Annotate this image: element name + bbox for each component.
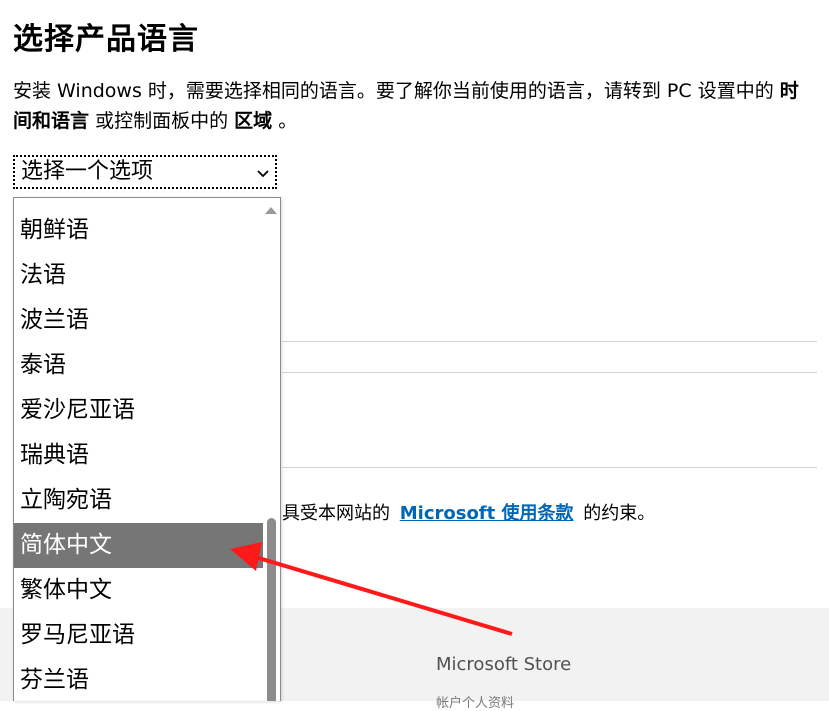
divider <box>282 467 817 468</box>
language-option[interactable]: 朝鲜语 <box>14 208 263 253</box>
footer-link[interactable]: 帐户个人资料 <box>436 692 514 711</box>
language-option[interactable]: 法语 <box>14 253 263 298</box>
terms-suffix: 的约束。 <box>583 503 656 524</box>
instructions-part-2: 或控制面板中的 <box>95 110 229 132</box>
scrollbar-thumb[interactable] <box>267 518 276 701</box>
divider <box>282 341 817 342</box>
language-option[interactable]: 爱沙尼亚语 <box>14 388 263 433</box>
language-options: 朝鲜语 法语 波兰语 泰语 爱沙尼亚语 瑞典语 立陶宛语 简体中文 繁体中文 罗… <box>14 208 263 701</box>
language-option[interactable]: 波兰语 <box>14 298 263 343</box>
language-select[interactable]: 选择一个选项 <box>13 155 277 189</box>
terms-notice: 具受本网站的 Microsoft 使用条款 的约束。 <box>282 500 655 528</box>
instructions-text: 安装 Windows 时，需要选择相同的语言。要了解你当前使用的语言，请转到 P… <box>13 76 803 136</box>
language-option[interactable]: 立陶宛语 <box>14 478 263 523</box>
language-option[interactable]: 芬兰语 <box>14 658 263 701</box>
region-label: 区域 <box>234 110 273 132</box>
language-option[interactable]: 瑞典语 <box>14 433 263 478</box>
language-option[interactable]: 罗马尼亚语 <box>14 613 263 658</box>
chevron-down-icon <box>257 161 269 191</box>
footer-heading: Microsoft Store <box>436 654 572 675</box>
page-title: 选择产品语言 <box>13 22 199 57</box>
language-select-value: 选择一个选项 <box>21 159 154 184</box>
language-option[interactable]: 繁体中文 <box>14 568 263 613</box>
language-option[interactable]: 泰语 <box>14 343 263 388</box>
scroll-up-icon[interactable] <box>265 207 277 214</box>
terms-of-use-link[interactable]: Microsoft 使用条款 <box>400 503 574 524</box>
instructions-part-3: 。 <box>278 110 298 132</box>
terms-prefix: 具受本网站的 <box>282 503 390 524</box>
language-option-highlighted[interactable]: 简体中文 <box>14 523 263 568</box>
language-dropdown-list[interactable]: 朝鲜语 法语 波兰语 泰语 爱沙尼亚语 瑞典语 立陶宛语 简体中文 繁体中文 罗… <box>13 197 281 701</box>
instructions-part-1: 安装 Windows 时，需要选择相同的语言。要了解你当前使用的语言，请转到 P… <box>13 80 774 102</box>
divider <box>282 372 817 373</box>
